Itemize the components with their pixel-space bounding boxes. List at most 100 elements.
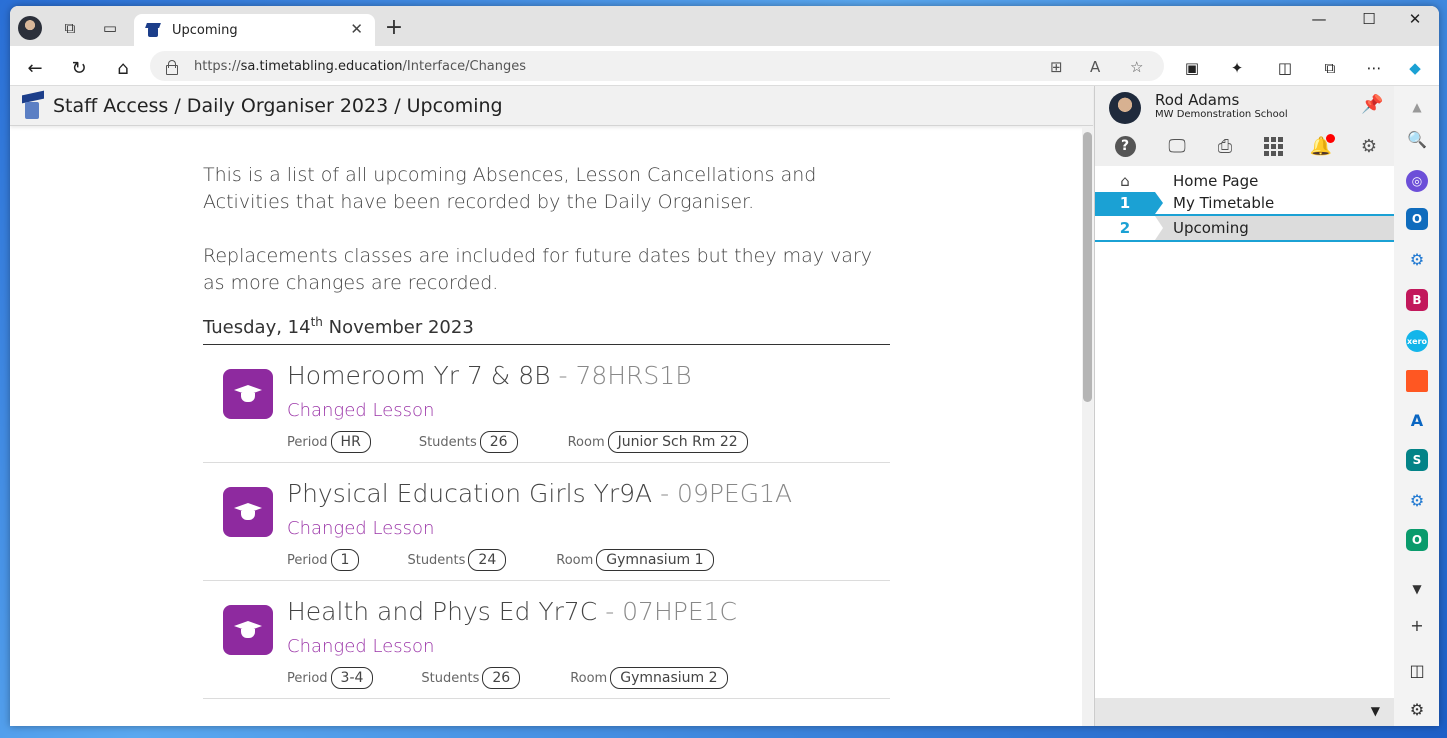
sidebar-toggle-icon[interactable]: ◫ — [1406, 659, 1428, 681]
browser-window: ⧉ ▭ Upcoming ✕ + — ☐ ✕ ← ↻ ⌂ https://sa.… — [10, 6, 1439, 726]
room-pill: Gymnasium 1 — [596, 549, 714, 571]
gear-app-icon[interactable]: ⚙ — [1406, 489, 1428, 511]
azure-icon[interactable]: A — [1406, 409, 1428, 431]
xero-icon[interactable]: xero — [1406, 330, 1428, 352]
students-pill: 26 — [479, 431, 518, 453]
sidebar-settings-icon[interactable]: ⚙ — [1406, 698, 1428, 720]
new-tab-button[interactable]: + — [380, 15, 408, 40]
home-icon[interactable]: ⌂ — [109, 54, 137, 82]
print-icon[interactable]: ⎙ — [1213, 134, 1237, 158]
url-text: https://sa.timetabling.education/Interfa… — [194, 58, 527, 74]
help-icon[interactable]: ? — [1113, 134, 1137, 158]
graduation-cap-icon — [223, 487, 273, 537]
students-pill: 26 — [482, 667, 521, 689]
panel-menu: ⌂ Home Page 1 My Timetable 2 Upcoming — [1095, 170, 1394, 242]
search-icon[interactable]: 🔍 — [1406, 128, 1428, 150]
entry-status: Changed Lesson — [287, 400, 435, 421]
menu-badge: 1 — [1095, 192, 1163, 214]
notifications-bell-icon[interactable]: 🔔 — [1309, 134, 1335, 158]
tab-strip: ⧉ ▭ Upcoming ✕ + — ☐ ✕ — [10, 6, 1439, 46]
intro-paragraph-1: This is a list of all upcoming Absences,… — [203, 164, 817, 213]
apps-grid-icon[interactable] — [1261, 134, 1285, 158]
entry-meta: Period HR Students 26 Room Junior Sch Rm 22 — [287, 431, 748, 453]
breadcrumb: Staff Access / Daily Organiser 2023 / Up… — [53, 94, 503, 117]
menu-item-upcoming[interactable]: 2 Upcoming — [1095, 214, 1394, 242]
menu-item-label: Upcoming — [1173, 219, 1249, 237]
close-window-button[interactable]: ✕ — [1395, 10, 1435, 28]
minimize-button[interactable]: — — [1299, 10, 1339, 28]
students-pill: 24 — [468, 549, 507, 571]
avatar[interactable] — [1109, 92, 1141, 124]
profile-avatar-icon[interactable] — [16, 14, 44, 42]
copilot-icon[interactable]: ◆ — [1405, 58, 1425, 78]
dropdown-arrow-icon[interactable]: ▼ — [1371, 704, 1380, 718]
collections-icon[interactable]: ⧉ — [1320, 58, 1340, 78]
workspaces-icon[interactable]: ⧉ — [56, 14, 84, 42]
back-arrow-icon[interactable]: ← — [21, 54, 49, 82]
orange-app-icon[interactable] — [1406, 370, 1428, 392]
page-content-area: Staff Access / Daily Organiser 2023 / Up… — [10, 86, 1093, 726]
refresh-icon[interactable]: ↻ — [65, 54, 93, 82]
b-app-icon[interactable]: B — [1406, 289, 1428, 311]
entry-title: Homeroom Yr 7 & 8B - 78HRS1B — [287, 361, 692, 390]
extensions-puzzle-icon[interactable]: ✦ — [1227, 58, 1247, 78]
monitor-icon[interactable]: 🖵 — [1165, 134, 1189, 158]
scrollbar-thumb[interactable] — [1083, 132, 1092, 402]
browser-sidebar: ▲ 🔍 ◎ O ⚙ B xero A S ⚙ O ▼ + ◫ ⚙ — [1395, 86, 1439, 726]
entry-meta: Period 3-4 Students 26 Room Gymnasium 2 — [287, 667, 728, 689]
home-icon: ⌂ — [1120, 172, 1130, 190]
read-aloud-icon[interactable]: A — [1090, 58, 1100, 76]
more-options-icon[interactable]: ⋯ — [1364, 58, 1384, 78]
favorite-star-icon[interactable]: ☆ — [1130, 58, 1143, 76]
entry-title: Physical Education Girls Yr9A - 09PEG1A — [287, 479, 793, 508]
side-panel: Rod Adams MW Demonstration School 📌 ? 🖵 … — [1094, 86, 1394, 726]
upcoming-list: This is a list of all upcoming Absences,… — [203, 126, 890, 699]
settings-gear-icon[interactable]: ⚙ — [1357, 134, 1381, 158]
date-heading: Tuesday, 14th November 2023 — [203, 315, 890, 345]
menu-badge: 2 — [1095, 216, 1163, 240]
user-area: Rod Adams MW Demonstration School 📌 ? 🖵 … — [1095, 86, 1394, 166]
app-logo-icon — [22, 93, 44, 119]
settings-tools-icon[interactable]: ⚙ — [1406, 248, 1428, 270]
school-name: MW Demonstration School — [1155, 109, 1288, 120]
period-pill: 1 — [330, 549, 360, 571]
address-bar[interactable]: https://sa.timetabling.education/Interfa… — [150, 51, 1164, 81]
entry-meta: Period 1 Students 24 Room Gymnasium 1 — [287, 549, 714, 571]
sharepoint-icon[interactable]: S — [1406, 449, 1428, 471]
menu-item-my-timetable[interactable]: 1 My Timetable — [1095, 192, 1394, 214]
period-pill: 3-4 — [330, 667, 374, 689]
menu-item-label: Home Page — [1173, 172, 1259, 190]
menu-item-home-page[interactable]: ⌂ Home Page — [1095, 170, 1394, 192]
intro-text: This is a list of all upcoming Absences,… — [203, 162, 890, 297]
maximize-button[interactable]: ☐ — [1349, 10, 1389, 28]
green-app-icon[interactable]: O — [1406, 529, 1428, 551]
graduation-cap-icon — [223, 369, 273, 419]
graduation-cap-icon — [223, 605, 273, 655]
panel-footer: ▼ — [1095, 698, 1394, 726]
copilot-sidebar-icon[interactable]: ◎ — [1406, 170, 1428, 192]
extension-dots-icon[interactable]: ▣ — [1182, 58, 1202, 78]
list-item[interactable]: Physical Education Girls Yr9A - 09PEG1A … — [203, 463, 890, 581]
navigation-bar: ← ↻ ⌂ https://sa.timetabling.education/I… — [10, 46, 1439, 86]
add-icon[interactable]: + — [1406, 614, 1428, 636]
tab-upcoming[interactable]: Upcoming ✕ — [134, 14, 375, 46]
list-item[interactable]: Health and Phys Ed Yr7C - 07HPE1C Change… — [203, 581, 890, 699]
room-pill: Gymnasium 2 — [610, 667, 728, 689]
period-pill: HR — [330, 431, 371, 453]
entry-status: Changed Lesson — [287, 636, 435, 657]
pin-icon[interactable]: 📌 — [1361, 94, 1383, 115]
tab-title: Upcoming — [172, 22, 238, 38]
scroll-down-icon[interactable]: ▼ — [1406, 578, 1428, 600]
page-header: Staff Access / Daily Organiser 2023 / Up… — [10, 86, 1093, 126]
room-pill: Junior Sch Rm 22 — [607, 431, 748, 453]
tab-actions-icon[interactable]: ▭ — [96, 14, 124, 42]
panel-toolbar: ? 🖵 ⎙ 🔔 ⚙ — [1095, 134, 1394, 160]
tab-close-icon[interactable]: ✕ — [350, 20, 363, 38]
outlook-icon[interactable]: O — [1406, 208, 1428, 230]
split-screen-icon[interactable]: ◫ — [1275, 58, 1295, 78]
site-favicon-icon — [146, 22, 162, 38]
list-item[interactable]: Homeroom Yr 7 & 8B - 78HRS1B Changed Les… — [203, 345, 890, 463]
scroll-up-icon[interactable]: ▲ — [1406, 96, 1428, 118]
app-available-icon[interactable]: ⊞ — [1050, 58, 1063, 76]
user-name: Rod Adams — [1155, 91, 1240, 109]
